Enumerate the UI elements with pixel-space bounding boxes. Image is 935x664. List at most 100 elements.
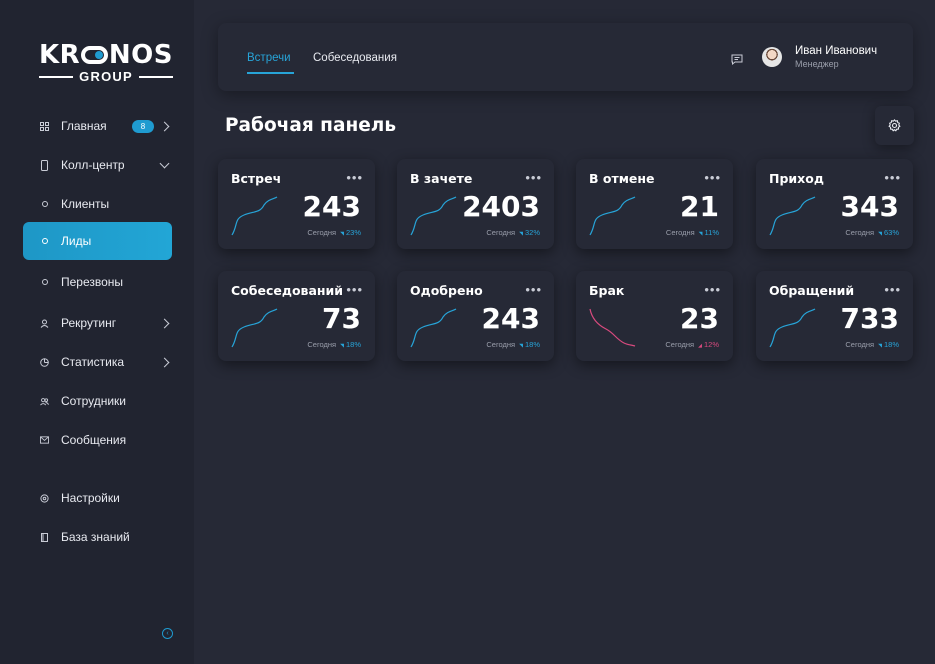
- stat-card: Встреч ••• 243 Сегодня ◥ 23%: [218, 159, 375, 249]
- card-change: 11%: [704, 228, 719, 237]
- sidebar-item-employees[interactable]: Сотрудники: [23, 382, 172, 420]
- chat-icon[interactable]: [731, 52, 743, 66]
- sidebar-item-clients[interactable]: Клиенты: [23, 185, 172, 223]
- trend-indicator: ◥ 32%: [519, 228, 540, 237]
- sparkline: [589, 196, 636, 236]
- phone-icon: [40, 159, 49, 171]
- sidebar-item-messages[interactable]: Сообщения: [23, 421, 172, 459]
- card-footer: Сегодня ◥ 18%: [845, 340, 899, 349]
- card-change: 18%: [883, 340, 899, 349]
- sidebar-item-call-center[interactable]: Колл-центр: [23, 146, 172, 184]
- trend-arrow-icon: ◢: [698, 343, 702, 349]
- ring-icon: [40, 237, 49, 246]
- user-icon: [40, 319, 49, 328]
- stat-card: В отмене ••• 21 Сегодня ◥ 11%: [576, 159, 733, 249]
- card-footer: Сегодня ◢ 12%: [665, 340, 719, 349]
- trend-indicator: ◥ 63%: [878, 228, 899, 237]
- card-title: В зачете: [410, 171, 473, 186]
- stat-card: В зачете ••• 2403 Сегодня ◥ 32%: [397, 159, 554, 249]
- more-options-icon[interactable]: •••: [884, 170, 901, 185]
- page-title: Рабочая панель: [225, 115, 397, 136]
- card-value: 2403: [462, 190, 540, 223]
- trend-arrow-icon: ◥: [698, 231, 703, 237]
- trend-arrow-icon: ◥: [519, 231, 523, 237]
- dashboard-settings-button[interactable]: [875, 106, 914, 145]
- card-period: Сегодня: [486, 228, 516, 237]
- sidebar-item-label: Колл-центр: [61, 158, 125, 172]
- top-header: Встречи Собеседования Иван Иванович Мене…: [218, 23, 913, 91]
- stat-card: Брак ••• 23 Сегодня ◢ 12%: [576, 271, 733, 361]
- card-period: Сегодня: [665, 340, 695, 349]
- trend-indicator: ◢ 12%: [698, 340, 719, 349]
- trend-indicator: ◥ 18%: [878, 340, 899, 349]
- sidebar-item-knowledge-base[interactable]: База знаний: [23, 518, 172, 556]
- trend-indicator: ◥ 18%: [519, 340, 540, 349]
- sidebar-item-label: Перезвоны: [61, 275, 124, 289]
- more-options-icon[interactable]: •••: [704, 282, 721, 297]
- notification-badge: 8: [132, 119, 154, 133]
- stat-card: Приход ••• 343 Сегодня ◥ 63%: [756, 159, 913, 249]
- chevron-right-icon: [159, 318, 170, 328]
- card-period: Сегодня: [307, 228, 337, 237]
- card-title: Собеседований: [231, 283, 344, 298]
- tab-interviews[interactable]: Собеседования: [313, 52, 397, 64]
- card-change: 12%: [703, 340, 719, 349]
- sidebar-item-leads[interactable]: Лиды: [23, 222, 172, 260]
- sidebar-item-callbacks[interactable]: Перезвоны: [23, 263, 172, 301]
- sidebar-item-settings[interactable]: Настройки: [23, 479, 172, 517]
- sidebar-item-label: Рекрутинг: [61, 316, 117, 330]
- more-options-icon[interactable]: •••: [704, 170, 721, 185]
- card-period: Сегодня: [845, 228, 875, 237]
- card-title: Обращений: [769, 283, 855, 298]
- book-icon: [40, 532, 49, 542]
- chevron-right-icon: [159, 121, 170, 131]
- more-options-icon[interactable]: •••: [346, 282, 363, 297]
- card-value: 733: [840, 302, 899, 335]
- ring-icon: [40, 200, 49, 209]
- logo-wordmark: KR NOS: [39, 40, 173, 70]
- sparkline: [589, 308, 636, 347]
- sidebar-item-label: Главная: [61, 119, 107, 133]
- card-change: 18%: [524, 340, 540, 349]
- trend-indicator: ◥ 11%: [699, 228, 719, 237]
- card-title: Одобрено: [410, 283, 483, 298]
- chevron-right-icon: [159, 357, 170, 367]
- sidebar-item-label: Сотрудники: [61, 394, 126, 408]
- sidebar-item-home[interactable]: Главная 8: [23, 107, 172, 145]
- card-period: Сегодня: [486, 340, 516, 349]
- card-footer: Сегодня ◥ 11%: [666, 228, 719, 237]
- sidebar-item-label: Статистика: [61, 355, 125, 369]
- sidebar-item-recruiting[interactable]: Рекрутинг: [23, 304, 172, 342]
- card-footer: Сегодня ◥ 18%: [486, 340, 540, 349]
- stat-card: Обращений ••• 733 Сегодня ◥ 18%: [756, 271, 913, 361]
- more-options-icon[interactable]: •••: [346, 170, 363, 185]
- card-footer: Сегодня ◥ 23%: [307, 228, 361, 237]
- sparkline: [231, 196, 278, 236]
- collapse-left-icon[interactable]: ‹: [162, 628, 173, 639]
- avatar[interactable]: [762, 47, 782, 67]
- sparkline: [410, 308, 457, 348]
- trend-indicator: ◥ 23%: [340, 228, 361, 237]
- card-title: Встреч: [231, 171, 282, 186]
- card-change: 32%: [524, 228, 540, 237]
- more-options-icon[interactable]: •••: [884, 282, 901, 297]
- ring-icon: [40, 278, 49, 287]
- sparkline: [231, 308, 278, 348]
- card-period: Сегодня: [665, 228, 695, 237]
- card-footer: Сегодня ◥ 18%: [307, 340, 361, 349]
- sidebar-item-label: Клиенты: [61, 197, 110, 211]
- card-value: 21: [680, 190, 719, 223]
- user-name: Иван Иванович: [795, 45, 878, 57]
- more-options-icon[interactable]: •••: [525, 282, 542, 297]
- trend-arrow-icon: ◥: [878, 231, 882, 237]
- trend-arrow-icon: ◥: [340, 343, 344, 349]
- card-title: Брак: [589, 283, 625, 298]
- tab-meetings[interactable]: Встречи: [247, 52, 291, 64]
- more-options-icon[interactable]: •••: [525, 170, 542, 185]
- trend-arrow-icon: ◥: [519, 343, 523, 349]
- card-title: В отмене: [589, 171, 655, 186]
- sidebar-item-statistics[interactable]: Статистика: [23, 343, 172, 381]
- gear-icon: [888, 119, 901, 132]
- trend-arrow-icon: ◥: [340, 231, 344, 237]
- sidebar-item-label: Лиды: [61, 234, 92, 248]
